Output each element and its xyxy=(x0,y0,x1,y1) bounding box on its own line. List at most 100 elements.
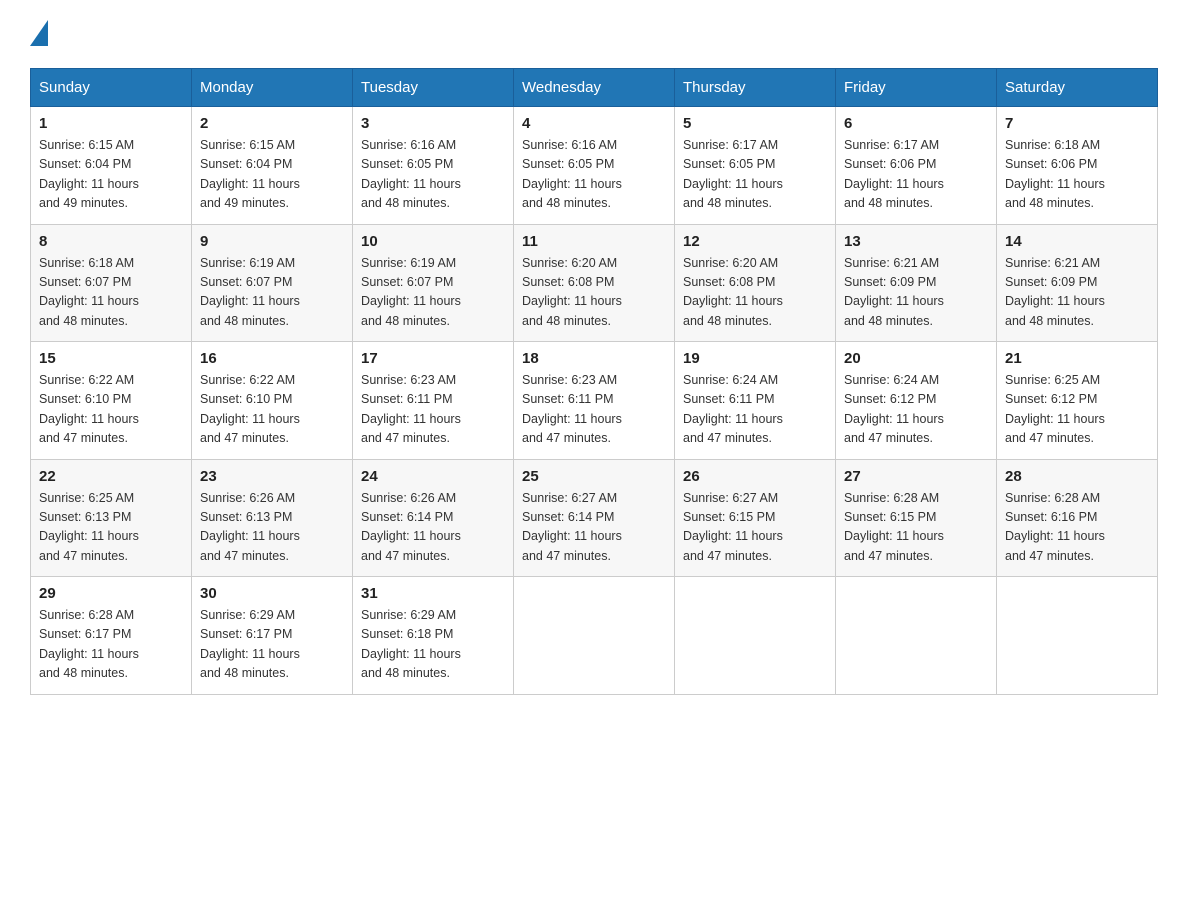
weekday-header-friday: Friday xyxy=(836,69,997,107)
weekday-header-thursday: Thursday xyxy=(675,69,836,107)
calendar-cell: 7 Sunrise: 6:18 AMSunset: 6:06 PMDayligh… xyxy=(997,107,1158,225)
day-number: 4 xyxy=(522,115,666,132)
calendar-cell: 24 Sunrise: 6:26 AMSunset: 6:14 PMDaylig… xyxy=(353,459,514,577)
day-number: 8 xyxy=(39,233,183,250)
calendar-cell: 23 Sunrise: 6:26 AMSunset: 6:13 PMDaylig… xyxy=(192,459,353,577)
day-info: Sunrise: 6:29 AMSunset: 6:18 PMDaylight:… xyxy=(361,608,461,680)
calendar-cell: 2 Sunrise: 6:15 AMSunset: 6:04 PMDayligh… xyxy=(192,107,353,225)
day-info: Sunrise: 6:28 AMSunset: 6:16 PMDaylight:… xyxy=(1005,491,1105,563)
calendar-cell: 19 Sunrise: 6:24 AMSunset: 6:11 PMDaylig… xyxy=(675,342,836,460)
day-info: Sunrise: 6:28 AMSunset: 6:15 PMDaylight:… xyxy=(844,491,944,563)
weekday-header-tuesday: Tuesday xyxy=(353,69,514,107)
day-number: 14 xyxy=(1005,233,1149,250)
calendar-cell: 3 Sunrise: 6:16 AMSunset: 6:05 PMDayligh… xyxy=(353,107,514,225)
day-info: Sunrise: 6:27 AMSunset: 6:14 PMDaylight:… xyxy=(522,491,622,563)
calendar-cell xyxy=(675,577,836,695)
day-info: Sunrise: 6:19 AMSunset: 6:07 PMDaylight:… xyxy=(361,256,461,328)
day-info: Sunrise: 6:22 AMSunset: 6:10 PMDaylight:… xyxy=(200,373,300,445)
day-info: Sunrise: 6:17 AMSunset: 6:06 PMDaylight:… xyxy=(844,138,944,210)
day-info: Sunrise: 6:18 AMSunset: 6:07 PMDaylight:… xyxy=(39,256,139,328)
day-info: Sunrise: 6:15 AMSunset: 6:04 PMDaylight:… xyxy=(200,138,300,210)
day-number: 10 xyxy=(361,233,505,250)
calendar-cell: 16 Sunrise: 6:22 AMSunset: 6:10 PMDaylig… xyxy=(192,342,353,460)
calendar-cell: 21 Sunrise: 6:25 AMSunset: 6:12 PMDaylig… xyxy=(997,342,1158,460)
calendar-cell: 11 Sunrise: 6:20 AMSunset: 6:08 PMDaylig… xyxy=(514,224,675,342)
day-number: 2 xyxy=(200,115,344,132)
day-number: 13 xyxy=(844,233,988,250)
day-info: Sunrise: 6:23 AMSunset: 6:11 PMDaylight:… xyxy=(361,373,461,445)
day-number: 9 xyxy=(200,233,344,250)
logo-arrow-icon xyxy=(30,20,48,46)
day-number: 19 xyxy=(683,350,827,367)
day-info: Sunrise: 6:28 AMSunset: 6:17 PMDaylight:… xyxy=(39,608,139,680)
calendar-cell: 31 Sunrise: 6:29 AMSunset: 6:18 PMDaylig… xyxy=(353,577,514,695)
day-info: Sunrise: 6:26 AMSunset: 6:14 PMDaylight:… xyxy=(361,491,461,563)
page-header xyxy=(30,20,1158,48)
calendar-cell: 10 Sunrise: 6:19 AMSunset: 6:07 PMDaylig… xyxy=(353,224,514,342)
day-info: Sunrise: 6:29 AMSunset: 6:17 PMDaylight:… xyxy=(200,608,300,680)
weekday-header-monday: Monday xyxy=(192,69,353,107)
weekday-header-wednesday: Wednesday xyxy=(514,69,675,107)
day-info: Sunrise: 6:24 AMSunset: 6:12 PMDaylight:… xyxy=(844,373,944,445)
calendar-cell: 25 Sunrise: 6:27 AMSunset: 6:14 PMDaylig… xyxy=(514,459,675,577)
day-number: 18 xyxy=(522,350,666,367)
calendar-week-3: 15 Sunrise: 6:22 AMSunset: 6:10 PMDaylig… xyxy=(31,342,1158,460)
day-info: Sunrise: 6:26 AMSunset: 6:13 PMDaylight:… xyxy=(200,491,300,563)
day-number: 6 xyxy=(844,115,988,132)
logo xyxy=(30,20,48,48)
calendar-cell: 9 Sunrise: 6:19 AMSunset: 6:07 PMDayligh… xyxy=(192,224,353,342)
day-number: 20 xyxy=(844,350,988,367)
day-number: 11 xyxy=(522,233,666,250)
calendar-cell: 13 Sunrise: 6:21 AMSunset: 6:09 PMDaylig… xyxy=(836,224,997,342)
day-number: 26 xyxy=(683,468,827,485)
day-number: 21 xyxy=(1005,350,1149,367)
calendar-cell xyxy=(514,577,675,695)
calendar-week-1: 1 Sunrise: 6:15 AMSunset: 6:04 PMDayligh… xyxy=(31,107,1158,225)
weekday-header-row: SundayMondayTuesdayWednesdayThursdayFrid… xyxy=(31,69,1158,107)
calendar-cell xyxy=(997,577,1158,695)
day-number: 15 xyxy=(39,350,183,367)
day-info: Sunrise: 6:16 AMSunset: 6:05 PMDaylight:… xyxy=(522,138,622,210)
day-number: 31 xyxy=(361,585,505,602)
weekday-header-sunday: Sunday xyxy=(31,69,192,107)
day-number: 30 xyxy=(200,585,344,602)
calendar-cell: 15 Sunrise: 6:22 AMSunset: 6:10 PMDaylig… xyxy=(31,342,192,460)
day-number: 28 xyxy=(1005,468,1149,485)
day-info: Sunrise: 6:24 AMSunset: 6:11 PMDaylight:… xyxy=(683,373,783,445)
calendar-cell: 5 Sunrise: 6:17 AMSunset: 6:05 PMDayligh… xyxy=(675,107,836,225)
day-info: Sunrise: 6:19 AMSunset: 6:07 PMDaylight:… xyxy=(200,256,300,328)
calendar-table: SundayMondayTuesdayWednesdayThursdayFrid… xyxy=(30,68,1158,695)
day-info: Sunrise: 6:18 AMSunset: 6:06 PMDaylight:… xyxy=(1005,138,1105,210)
calendar-cell: 14 Sunrise: 6:21 AMSunset: 6:09 PMDaylig… xyxy=(997,224,1158,342)
calendar-cell: 20 Sunrise: 6:24 AMSunset: 6:12 PMDaylig… xyxy=(836,342,997,460)
day-number: 22 xyxy=(39,468,183,485)
calendar-cell: 8 Sunrise: 6:18 AMSunset: 6:07 PMDayligh… xyxy=(31,224,192,342)
calendar-cell: 12 Sunrise: 6:20 AMSunset: 6:08 PMDaylig… xyxy=(675,224,836,342)
calendar-cell: 18 Sunrise: 6:23 AMSunset: 6:11 PMDaylig… xyxy=(514,342,675,460)
weekday-header-saturday: Saturday xyxy=(997,69,1158,107)
calendar-week-2: 8 Sunrise: 6:18 AMSunset: 6:07 PMDayligh… xyxy=(31,224,1158,342)
day-info: Sunrise: 6:21 AMSunset: 6:09 PMDaylight:… xyxy=(844,256,944,328)
day-number: 29 xyxy=(39,585,183,602)
day-info: Sunrise: 6:25 AMSunset: 6:12 PMDaylight:… xyxy=(1005,373,1105,445)
calendar-cell: 22 Sunrise: 6:25 AMSunset: 6:13 PMDaylig… xyxy=(31,459,192,577)
calendar-cell: 27 Sunrise: 6:28 AMSunset: 6:15 PMDaylig… xyxy=(836,459,997,577)
day-info: Sunrise: 6:15 AMSunset: 6:04 PMDaylight:… xyxy=(39,138,139,210)
day-number: 5 xyxy=(683,115,827,132)
calendar-cell: 28 Sunrise: 6:28 AMSunset: 6:16 PMDaylig… xyxy=(997,459,1158,577)
day-number: 17 xyxy=(361,350,505,367)
day-info: Sunrise: 6:27 AMSunset: 6:15 PMDaylight:… xyxy=(683,491,783,563)
day-info: Sunrise: 6:20 AMSunset: 6:08 PMDaylight:… xyxy=(683,256,783,328)
calendar-cell: 17 Sunrise: 6:23 AMSunset: 6:11 PMDaylig… xyxy=(353,342,514,460)
day-info: Sunrise: 6:16 AMSunset: 6:05 PMDaylight:… xyxy=(361,138,461,210)
day-number: 3 xyxy=(361,115,505,132)
calendar-cell: 30 Sunrise: 6:29 AMSunset: 6:17 PMDaylig… xyxy=(192,577,353,695)
calendar-cell: 26 Sunrise: 6:27 AMSunset: 6:15 PMDaylig… xyxy=(675,459,836,577)
day-info: Sunrise: 6:17 AMSunset: 6:05 PMDaylight:… xyxy=(683,138,783,210)
calendar-cell: 4 Sunrise: 6:16 AMSunset: 6:05 PMDayligh… xyxy=(514,107,675,225)
day-number: 16 xyxy=(200,350,344,367)
logo-top xyxy=(30,20,48,48)
day-info: Sunrise: 6:25 AMSunset: 6:13 PMDaylight:… xyxy=(39,491,139,563)
calendar-cell: 29 Sunrise: 6:28 AMSunset: 6:17 PMDaylig… xyxy=(31,577,192,695)
day-number: 27 xyxy=(844,468,988,485)
